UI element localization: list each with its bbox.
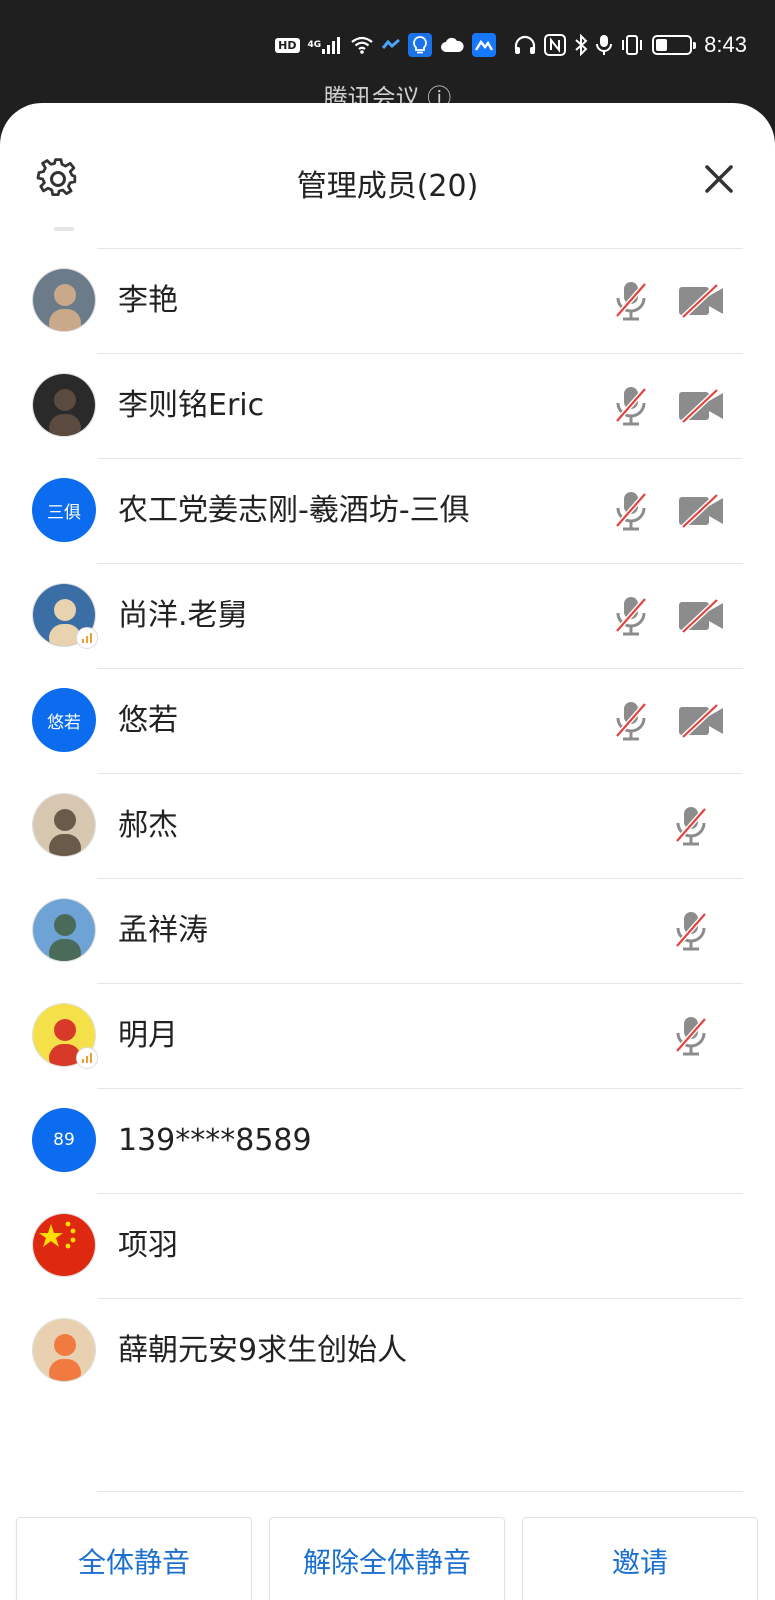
mic-icon bbox=[596, 32, 613, 58]
avatar-text: 三俱 bbox=[47, 502, 81, 523]
member-name: 李则铭Eric bbox=[118, 388, 265, 423]
mic-muted-icon[interactable] bbox=[611, 595, 651, 637]
nfc-icon bbox=[544, 32, 567, 58]
mute-all-button[interactable]: 全体静音 bbox=[16, 1517, 252, 1600]
lightbulb-icon bbox=[408, 32, 433, 58]
avatar: 三俱 bbox=[32, 478, 96, 542]
mic-muted-icon[interactable] bbox=[671, 910, 711, 952]
headphones-icon bbox=[514, 32, 536, 58]
bluetooth-icon bbox=[574, 32, 588, 58]
camera-off-icon[interactable] bbox=[677, 388, 725, 424]
member-name: 明月 bbox=[118, 1018, 178, 1053]
close-icon[interactable] bbox=[699, 159, 739, 199]
row-divider bbox=[97, 1193, 743, 1194]
mic-muted-icon[interactable] bbox=[611, 385, 651, 427]
member-name: 薛朝元安9求生创始人 bbox=[118, 1333, 408, 1368]
battery-icon bbox=[652, 32, 697, 58]
member-row[interactable]: 项羽 bbox=[0, 1193, 775, 1298]
sheet-header: 管理成员(20) bbox=[0, 103, 775, 248]
member-name: 139****8589 bbox=[118, 1123, 312, 1158]
status-icons: HD 4G 8:43 bbox=[275, 30, 747, 60]
mic-muted-icon[interactable] bbox=[611, 700, 651, 742]
member-name: 尚洋.老舅 bbox=[118, 598, 248, 633]
row-divider bbox=[97, 773, 743, 774]
avatar bbox=[32, 1213, 96, 1277]
member-name: 孟祥涛 bbox=[118, 913, 208, 948]
status-time: 8:43 bbox=[704, 32, 747, 57]
member-row[interactable]: 明月 bbox=[0, 983, 775, 1088]
member-row[interactable]: 三俱 农工党姜志刚-羲酒坊-三俱 bbox=[0, 458, 775, 563]
member-name: 项羽 bbox=[118, 1228, 178, 1263]
member-row[interactable]: 李艳 bbox=[0, 248, 775, 353]
manage-members-sheet: 管理成员(20) 李艳 李则铭Eric 三俱 农工党姜志刚-羲酒坊-三俱 尚洋.… bbox=[0, 103, 775, 1600]
avatar bbox=[32, 373, 96, 437]
member-name: 悠若 bbox=[118, 703, 178, 738]
mic-muted-icon[interactable] bbox=[671, 805, 711, 847]
member-row[interactable]: 孟祥涛 bbox=[0, 878, 775, 983]
page-title: 管理成员(20) bbox=[296, 169, 479, 204]
avatar: 悠若 bbox=[32, 688, 96, 752]
avatar bbox=[32, 898, 96, 962]
member-row[interactable]: 尚洋.老舅 bbox=[0, 563, 775, 668]
member-name: 郝杰 bbox=[118, 808, 178, 843]
avatar: 89 bbox=[32, 1108, 96, 1172]
partial-list-item bbox=[54, 227, 74, 231]
row-divider bbox=[97, 248, 743, 249]
member-row[interactable]: 悠若 悠若 bbox=[0, 668, 775, 773]
row-divider bbox=[97, 983, 743, 984]
avatar bbox=[32, 1318, 96, 1382]
avatar bbox=[32, 268, 96, 332]
member-row[interactable]: 薛朝元安9求生创始人 bbox=[0, 1298, 775, 1403]
avatar-badge-wrap bbox=[32, 583, 98, 649]
battery-fill bbox=[656, 39, 668, 51]
wifi-icon bbox=[350, 32, 374, 58]
member-row[interactable]: 89 139****8589 bbox=[0, 1088, 775, 1193]
avatar-badge-wrap bbox=[32, 1003, 98, 1069]
camera-off-icon[interactable] bbox=[677, 283, 725, 319]
app-notification-icon bbox=[382, 32, 401, 58]
avatar-text: 89 bbox=[53, 1130, 75, 1150]
invite-button[interactable]: 邀请 bbox=[522, 1517, 758, 1600]
member-row[interactable]: 郝杰 bbox=[0, 773, 775, 878]
signal-badge-icon bbox=[76, 1047, 98, 1069]
camera-off-icon[interactable] bbox=[677, 493, 725, 529]
member-name: 农工党姜志刚-羲酒坊-三俱 bbox=[118, 493, 470, 528]
unmute-all-button[interactable]: 解除全体静音 bbox=[269, 1517, 505, 1600]
app-icon bbox=[472, 32, 497, 58]
member-name: 李艳 bbox=[118, 283, 178, 318]
mic-muted-icon[interactable] bbox=[611, 490, 651, 532]
camera-off-icon[interactable] bbox=[677, 598, 725, 634]
avatar bbox=[32, 793, 96, 857]
cloud-icon bbox=[440, 32, 464, 58]
list-divider bbox=[97, 1491, 743, 1492]
member-list: 李艳 李则铭Eric 三俱 农工党姜志刚-羲酒坊-三俱 尚洋.老舅 悠若 悠若 … bbox=[0, 248, 775, 1403]
signal-badge-icon bbox=[76, 627, 98, 649]
status-bar: HD 4G 8:43 腾讯会议 ⓘ bbox=[0, 0, 775, 112]
member-row[interactable]: 李则铭Eric bbox=[0, 353, 775, 458]
hd-icon: HD bbox=[275, 32, 300, 58]
row-divider bbox=[97, 668, 743, 669]
signal-icon: 4G bbox=[308, 32, 343, 58]
avatar-text: 悠若 bbox=[47, 712, 81, 733]
camera-off-icon[interactable] bbox=[677, 703, 725, 739]
mic-muted-icon[interactable] bbox=[611, 280, 651, 322]
vibrate-icon bbox=[620, 32, 644, 58]
mic-muted-icon[interactable] bbox=[671, 1015, 711, 1057]
